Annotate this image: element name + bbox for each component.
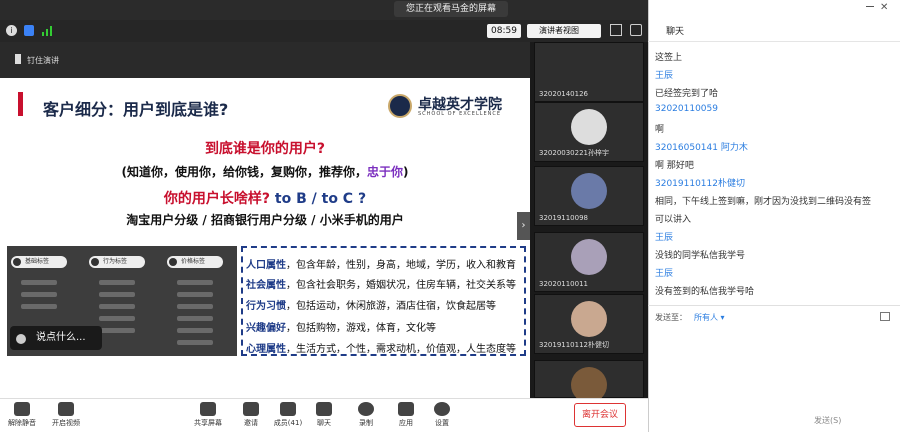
leave-meeting-button[interactable]: 离开会议	[574, 403, 626, 427]
chat-sender: 王辰	[655, 269, 674, 279]
microphone-icon	[14, 402, 30, 416]
chat-sender: 32016050141 阿力木	[655, 143, 748, 153]
chat-message: 没钱的同学私信我学号	[655, 251, 746, 261]
minimize-icon[interactable]	[866, 6, 874, 7]
slide-title: 客户细分：用户到底是谁?	[43, 100, 229, 119]
send-button[interactable]: 发送(S)	[814, 415, 841, 426]
chat-message: 已经签完到了哈	[655, 89, 719, 99]
invite-button[interactable]: 邀请	[231, 402, 271, 428]
placeholder-line	[99, 280, 135, 285]
invite-icon	[243, 402, 259, 416]
send-to-label: 发送至：	[655, 313, 687, 322]
pin-bar	[0, 42, 530, 78]
info-icon[interactable]: i	[6, 25, 17, 36]
attribute-line: 人口属性，包含年龄，性别，身高，地域，学历，收入和教育	[246, 260, 516, 271]
definition-close: )	[403, 165, 409, 179]
participant-tile[interactable]: 32020030221孙梓宇	[534, 102, 644, 162]
attribute-line: 心理属性，生活方式，个性，需求动机，价值观，人生态度等	[246, 344, 516, 355]
chat-message: 啊 那好吧	[655, 161, 694, 171]
placeholder-line	[21, 292, 57, 297]
attribute-line: 兴趣偏好，包括购物，游戏，体育，文化等	[246, 323, 436, 334]
record-button[interactable]: 录制	[346, 402, 386, 428]
placeholder-line	[21, 304, 57, 309]
chat-input[interactable]	[652, 326, 896, 410]
record-icon	[358, 402, 374, 416]
placeholder-line	[99, 328, 135, 333]
pin-icon[interactable]	[15, 54, 21, 64]
definition-text: (知道你，使用你，给你钱，复购你，推荐你，	[121, 165, 368, 179]
members-icon	[280, 402, 296, 416]
emoji-icon[interactable]	[16, 334, 26, 344]
settings-button[interactable]: 设置	[422, 402, 462, 428]
placeholder-line	[99, 316, 135, 321]
placeholder-line	[99, 304, 135, 309]
chat-icon	[316, 402, 332, 416]
layout-icon[interactable]	[630, 24, 642, 36]
placeholder-line	[177, 340, 213, 345]
close-icon[interactable]: ✕	[880, 2, 888, 13]
school-logo	[388, 94, 412, 118]
chat-sender: 32019110112朴健切	[655, 179, 745, 189]
chat-message: 可以讲入	[655, 215, 692, 225]
tag-pill-behavior: 行为标签	[89, 256, 145, 268]
apps-button[interactable]: 应用	[386, 402, 426, 428]
title-bar	[0, 0, 648, 20]
participant-tile[interactable]: 32019110112朴健切	[534, 294, 644, 354]
signal-icon[interactable]	[42, 26, 54, 36]
view-mode-select[interactable]: 演讲者视图	[527, 24, 601, 38]
video-button[interactable]: 开启视频	[46, 402, 86, 428]
participant-tile[interactable]: 32020140126	[534, 42, 644, 102]
meeting-timer: 08:59	[487, 24, 521, 38]
send-to-select[interactable]: 所有人 ▾	[694, 312, 725, 323]
question-definition: (知道你，使用你，给你钱，复购你，推荐你，忠于你)	[0, 163, 530, 180]
chat-message: 没有签到的私信我学号哈	[655, 287, 755, 297]
placeholder-line	[177, 328, 213, 333]
share-icon	[200, 402, 216, 416]
chat-sender: 王辰	[655, 233, 674, 243]
chat-message: 相同，下午线上签到嘛，刚才因为没找到二维码没有签	[655, 197, 872, 207]
gear-icon	[434, 402, 450, 416]
school-subtitle: SCHOOL OF EXCELLENCE	[418, 111, 502, 117]
viewing-banner[interactable]: 您正在观看马金的屏幕	[394, 1, 508, 17]
chat-message: 啊	[655, 125, 665, 135]
mute-button[interactable]: 解除静音	[2, 402, 42, 428]
question-user-looks: 你的用户长啥样? to B / to C ?	[0, 188, 530, 208]
question-who-is-user: 到底谁是你的用户?	[204, 141, 326, 157]
participant-tile[interactable]	[534, 360, 644, 403]
placeholder-line	[21, 280, 57, 285]
placeholder-line	[177, 280, 213, 285]
comment-placeholder: 说点什么...	[36, 332, 86, 343]
chat-header	[648, 20, 900, 42]
shield-icon[interactable]	[24, 25, 34, 36]
tob-toc-text: to B / to C ?	[270, 191, 367, 207]
pin-label[interactable]: 钉住演讲	[27, 55, 59, 66]
collapse-panel-button[interactable]: ›	[517, 212, 530, 240]
tag-pill-price: 价格标签	[167, 256, 223, 268]
camera-icon	[58, 402, 74, 416]
definition-highlight: 忠于你	[367, 165, 404, 179]
chat-sender: 王辰	[655, 71, 674, 81]
user-tier-examples: 淘宝用户分级 / 招商银行用户分级 / 小米手机的用户	[126, 213, 404, 227]
placeholder-line	[177, 316, 213, 321]
image-icon[interactable]	[880, 312, 890, 321]
user-looks-text: 你的用户长啥样?	[163, 191, 271, 207]
apps-icon	[398, 402, 414, 416]
attribute-line: 社会属性，包含社会职务，婚姻状况，住房车辆，社交关系等	[246, 280, 516, 291]
title-accent-bar	[18, 92, 23, 116]
attribute-line: 行为习惯，包括运动，休闲旅游，酒店住宿，饮食起居等	[246, 301, 496, 312]
tag-pill-basic: 基础标签	[11, 256, 67, 268]
participant-tile[interactable]: 32020110011	[534, 232, 644, 292]
members-button[interactable]: 成员(41)	[268, 402, 308, 428]
fullscreen-icon[interactable]	[610, 24, 622, 36]
participant-tile[interactable]: 32019110098	[534, 166, 644, 226]
chat-button[interactable]: 聊天	[304, 402, 344, 428]
placeholder-line	[99, 292, 135, 297]
placeholder-line	[177, 304, 213, 309]
chat-title: 聊天	[666, 27, 685, 37]
share-screen-button[interactable]: 共享屏幕	[188, 402, 228, 428]
chat-message: 这签上	[655, 53, 683, 63]
chat-divider	[648, 305, 900, 306]
placeholder-line	[177, 292, 213, 297]
chat-sender: 32020110059	[655, 104, 718, 114]
